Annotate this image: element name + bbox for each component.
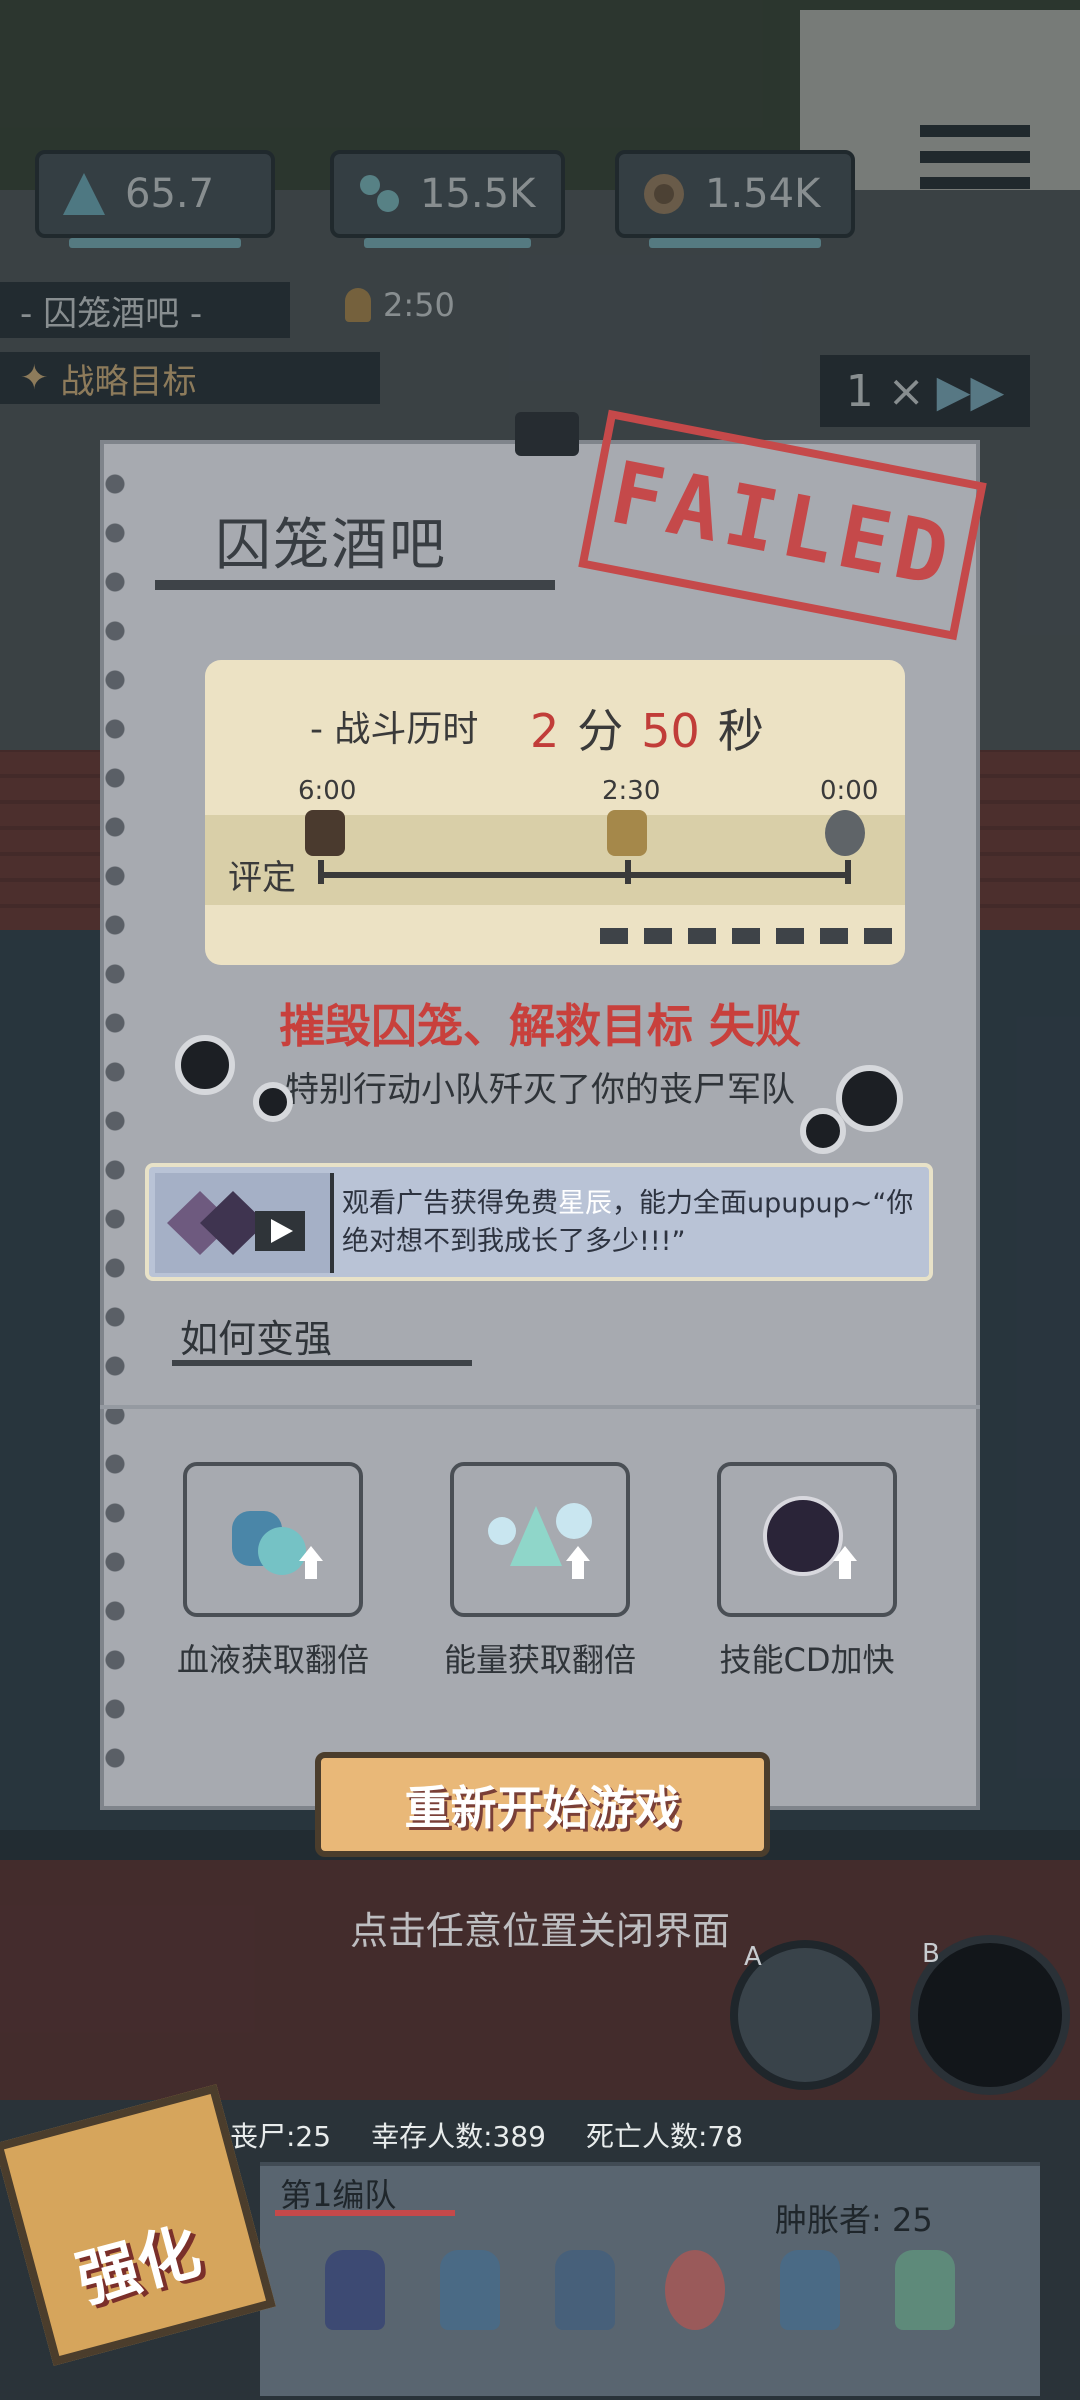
timeline-track	[320, 872, 848, 878]
trophy-icon	[607, 810, 647, 856]
level-title: 囚笼酒吧	[215, 513, 447, 578]
timeline-tick	[318, 860, 324, 884]
skill-b-label: B	[922, 1939, 940, 1969]
zombie-marker-icon	[305, 810, 345, 856]
rating-label: 评定	[228, 858, 296, 898]
ad-text-highlight: 星辰	[558, 1188, 612, 1219]
blood-potion-icon	[232, 1511, 323, 1579]
tip-label-skill: 技能CD加快	[719, 1641, 895, 1679]
skill-a-button[interactable]: A	[730, 1940, 880, 2090]
medal-icon	[825, 810, 865, 856]
tip-blood-double[interactable]	[183, 1462, 363, 1617]
zombie-unit[interactable]	[440, 2250, 500, 2330]
timeline-tick	[845, 860, 851, 884]
bloat-count: 肿胀者: 25	[775, 2201, 933, 2239]
seconds-value: 50	[641, 704, 700, 758]
bullet-hole-icon	[800, 1108, 846, 1154]
survivor-count: 幸存人数:389	[371, 2120, 546, 2153]
title-underline	[155, 580, 555, 590]
fail-reason: 特别行动小队歼灭了你的丧尸军队	[285, 1070, 795, 1110]
zombie-count: 丧尸:25	[230, 2120, 332, 2153]
tick-mid: 2:30	[602, 776, 661, 806]
bullet-hole-icon	[175, 1035, 235, 1095]
tip-label-blood: 血液获取翻倍	[176, 1641, 369, 1679]
howto-title: 如何变强	[180, 1317, 333, 1361]
binder-clip-icon	[515, 412, 579, 456]
tick-start: 6:00	[298, 776, 357, 806]
bullet-hole-icon	[253, 1082, 293, 1122]
tip-label-energy: 能量获取翻倍	[443, 1641, 636, 1679]
fail-message: 摧毁囚笼、解救目标 失败	[278, 999, 801, 1053]
dead-count: 死亡人数:78	[585, 2120, 744, 2153]
zombie-unit[interactable]	[325, 2250, 385, 2330]
tip-energy-double[interactable]	[450, 1462, 630, 1617]
zombie-unit[interactable]	[895, 2250, 955, 2330]
zombie-unit[interactable]	[555, 2250, 615, 2330]
minutes-unit: 分	[577, 704, 624, 758]
skill-b-button[interactable]: B	[910, 1935, 1070, 2095]
team-name-underline	[275, 2210, 455, 2216]
close-hint[interactable]: 点击任意位置关闭界面	[0, 1900, 1080, 1955]
battle-time-label: - 战斗历时	[310, 709, 479, 750]
skill-a-label: A	[744, 1942, 762, 1972]
skill-orb-icon	[763, 1496, 857, 1579]
ad-text-1: 观看广告获得免费	[342, 1188, 558, 1219]
divider	[100, 1405, 980, 1409]
tip-skill-cd[interactable]	[717, 1462, 897, 1617]
minutes-value: 2	[530, 704, 560, 758]
bullet-hole-icon	[836, 1065, 903, 1132]
video-ad-icon	[155, 1173, 334, 1273]
notebook-holes	[100, 470, 130, 1790]
tick-end: 0:00	[820, 776, 879, 806]
ad-description: 观看广告获得免费星辰，能力全面upupup~“你绝对想不到我成长了多少!!!”	[342, 1185, 922, 1261]
timeline-tick	[625, 860, 631, 884]
restart-button[interactable]: 重新开始游戏	[315, 1752, 770, 1857]
energy-crystal-upgrade-icon	[488, 1503, 592, 1579]
battle-time-value: 2 分 50 秒	[530, 695, 764, 761]
howto-underline	[172, 1360, 472, 1366]
seconds-unit: 秒	[717, 704, 764, 758]
dashed-line	[600, 928, 895, 944]
zombie-unit[interactable]	[780, 2250, 840, 2330]
battle-stats: 丧尸:25 幸存人数:389 死亡人数:78	[230, 2115, 743, 2155]
zombie-unit[interactable]	[665, 2250, 725, 2330]
